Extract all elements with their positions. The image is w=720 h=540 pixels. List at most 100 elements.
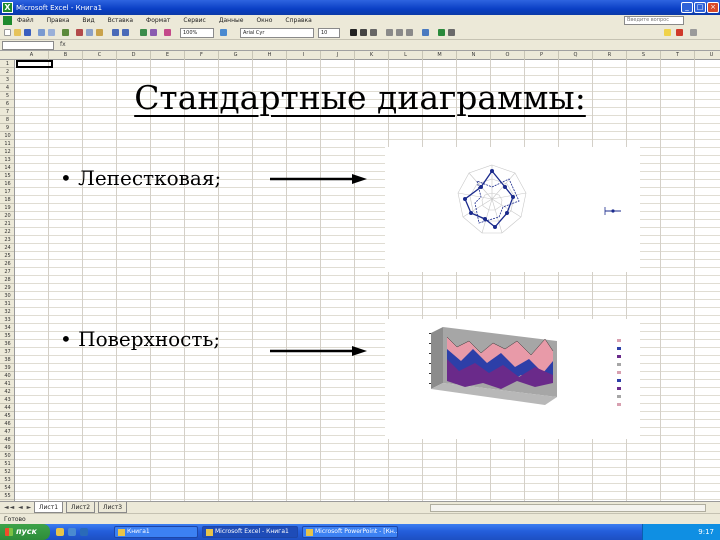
column-header[interactable]: F: [185, 51, 219, 60]
menu-file[interactable]: Файл: [17, 17, 34, 24]
taskbar-powerpoint[interactable]: Microsoft PowerPoint - [Кн...: [302, 526, 398, 538]
workbook-icon[interactable]: [3, 16, 12, 25]
font-size-select[interactable]: 10: [318, 28, 340, 38]
merge-icon[interactable]: [422, 29, 429, 36]
font-color-icon[interactable]: [676, 29, 683, 36]
copy-icon[interactable]: [86, 29, 93, 36]
row-header[interactable]: 30: [0, 292, 14, 300]
row-header[interactable]: 46: [0, 420, 14, 428]
font-select[interactable]: Arial Cyr: [240, 28, 314, 38]
row-header[interactable]: 47: [0, 428, 14, 436]
save-icon[interactable]: [24, 29, 31, 36]
row-header[interactable]: 16: [0, 180, 14, 188]
row-header[interactable]: 28: [0, 276, 14, 284]
align-right-icon[interactable]: [406, 29, 413, 36]
row-header[interactable]: 8: [0, 116, 14, 124]
row-header[interactable]: 27: [0, 268, 14, 276]
minimize-button[interactable]: _: [681, 2, 693, 13]
quicklaunch-desktop-icon[interactable]: [80, 528, 88, 536]
column-header[interactable]: U: [695, 51, 720, 60]
close-button[interactable]: ×: [707, 2, 719, 13]
row-header[interactable]: 32: [0, 308, 14, 316]
row-header[interactable]: 36: [0, 340, 14, 348]
autosum-icon[interactable]: [140, 29, 147, 36]
column-header[interactable]: J: [321, 51, 355, 60]
row-header[interactable]: 19: [0, 204, 14, 212]
row-header[interactable]: 54: [0, 484, 14, 492]
row-header[interactable]: 50: [0, 452, 14, 460]
row-header[interactable]: 49: [0, 444, 14, 452]
row-header[interactable]: 14: [0, 164, 14, 172]
menu-tools[interactable]: Сервис: [183, 17, 205, 24]
row-headers[interactable]: 1 2 3 4 5 6 7 8 9 10 11 12 13 14 15 16 17 18 19 20 21 22 23 24 2…: [0, 60, 15, 501]
column-header[interactable]: A: [15, 51, 49, 60]
new-icon[interactable]: [4, 29, 11, 36]
fill-color-icon[interactable]: [664, 29, 671, 36]
row-header[interactable]: 42: [0, 388, 14, 396]
column-header[interactable]: G: [219, 51, 253, 60]
column-header[interactable]: T: [661, 51, 695, 60]
row-header[interactable]: 34: [0, 324, 14, 332]
borders-icon[interactable]: [690, 29, 697, 36]
spelling-icon[interactable]: [62, 29, 69, 36]
tab-sheet2[interactable]: Лист2: [66, 502, 96, 513]
row-header[interactable]: 7: [0, 108, 14, 116]
column-header[interactable]: K: [355, 51, 389, 60]
row-header[interactable]: 39: [0, 364, 14, 372]
column-header[interactable]: C: [83, 51, 117, 60]
redo-icon[interactable]: [122, 29, 129, 36]
paste-icon[interactable]: [96, 29, 103, 36]
row-header[interactable]: 40: [0, 372, 14, 380]
row-header[interactable]: 43: [0, 396, 14, 404]
row-header[interactable]: 11: [0, 140, 14, 148]
italic-icon[interactable]: [360, 29, 367, 36]
undo-icon[interactable]: [112, 29, 119, 36]
start-button[interactable]: пуск: [0, 524, 50, 540]
column-header[interactable]: L: [389, 51, 423, 60]
menu-help[interactable]: Справка: [285, 17, 311, 24]
column-header[interactable]: D: [117, 51, 151, 60]
menu-format[interactable]: Формат: [146, 17, 170, 24]
row-header[interactable]: 2: [0, 68, 14, 76]
row-header[interactable]: 12: [0, 148, 14, 156]
zoom-select[interactable]: 100%: [180, 28, 214, 38]
taskbar-book[interactable]: Книга1: [114, 526, 198, 538]
row-header[interactable]: 22: [0, 228, 14, 236]
fx-icon[interactable]: fx: [60, 41, 66, 48]
row-header[interactable]: 44: [0, 404, 14, 412]
quicklaunch-ie-icon[interactable]: [56, 528, 64, 536]
column-header[interactable]: B: [49, 51, 83, 60]
row-header[interactable]: 45: [0, 412, 14, 420]
column-header[interactable]: N: [457, 51, 491, 60]
row-header[interactable]: 17: [0, 188, 14, 196]
row-header[interactable]: 21: [0, 220, 14, 228]
print-icon[interactable]: [38, 29, 45, 36]
bold-icon[interactable]: [350, 29, 357, 36]
row-header[interactable]: 23: [0, 236, 14, 244]
row-header[interactable]: 26: [0, 260, 14, 268]
sort-icon[interactable]: [150, 29, 157, 36]
active-cell-selection[interactable]: [16, 60, 53, 68]
taskbar-excel[interactable]: Microsoft Excel - Книга1: [202, 526, 298, 538]
row-header[interactable]: 25: [0, 252, 14, 260]
quicklaunch-mail-icon[interactable]: [68, 528, 76, 536]
underline-icon[interactable]: [370, 29, 377, 36]
row-header[interactable]: 52: [0, 468, 14, 476]
help-icon[interactable]: [220, 29, 227, 36]
help-search-input[interactable]: Введите вопрос: [624, 16, 684, 25]
menu-view[interactable]: Вид: [82, 17, 94, 24]
title-bar[interactable]: X Microsoft Excel - Книга1 _ □ ×: [0, 0, 720, 15]
maximize-button[interactable]: □: [694, 2, 706, 13]
row-header[interactable]: 20: [0, 212, 14, 220]
column-header[interactable]: M: [423, 51, 457, 60]
row-header[interactable]: 31: [0, 300, 14, 308]
cut-icon[interactable]: [76, 29, 83, 36]
row-header[interactable]: 51: [0, 460, 14, 468]
column-header[interactable]: O: [491, 51, 525, 60]
row-header[interactable]: 15: [0, 172, 14, 180]
menu-insert[interactable]: Вставка: [108, 17, 133, 24]
tab-sheet3[interactable]: Лист3: [98, 502, 128, 513]
column-header[interactable]: S: [627, 51, 661, 60]
menu-data[interactable]: Данные: [219, 17, 244, 24]
column-header[interactable]: Q: [559, 51, 593, 60]
